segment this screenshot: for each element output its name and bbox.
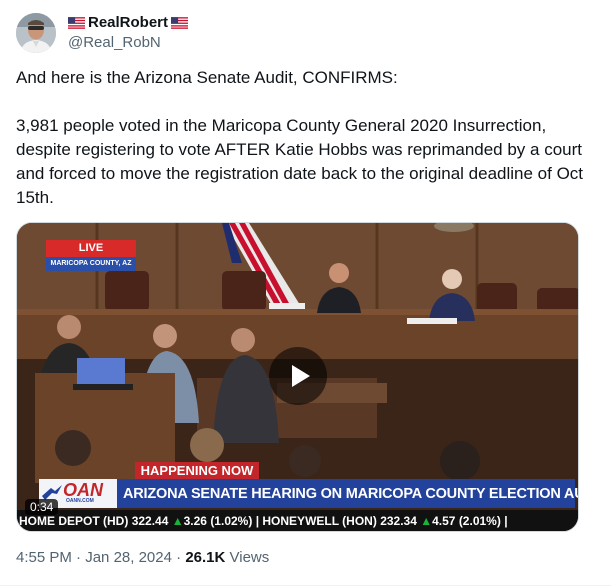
play-icon bbox=[291, 365, 310, 387]
avatar[interactable] bbox=[16, 13, 56, 53]
user-handle[interactable]: @Real_RobN bbox=[68, 33, 188, 53]
video-duration: 0:34 bbox=[25, 499, 59, 515]
live-label: LIVE bbox=[46, 240, 136, 257]
tweet-time[interactable]: 4:55 PM bbox=[16, 549, 72, 566]
tweet-footer: 4:55 PM · Jan 28, 2024 · 26.1K Views bbox=[16, 549, 270, 566]
video-player[interactable]: LIVE MARICOPA COUNTY, AZ HAPPENING NOW O… bbox=[16, 222, 579, 532]
us-flag-icon bbox=[171, 17, 189, 29]
chyron-headline: ARIZONA SENATE HEARING ON MARICOPA COUNT… bbox=[123, 485, 579, 502]
news-chyron: OAN OANN.COM ARIZONA SENATE HEARING ON M… bbox=[39, 479, 578, 508]
happening-now-label: HAPPENING NOW bbox=[135, 462, 259, 479]
us-flag-icon bbox=[68, 17, 85, 29]
views-label: Views bbox=[229, 549, 270, 566]
stock-ticker: HOME DEPOT (HD) 322.44 ▲3.26 (1.02%) | H… bbox=[17, 510, 578, 531]
tweet-date[interactable]: Jan 28, 2024 bbox=[85, 549, 172, 566]
display-name-row[interactable]: RealRobert bbox=[68, 13, 189, 33]
play-button[interactable] bbox=[269, 347, 327, 405]
ticker-up-icon: ▲ bbox=[171, 514, 184, 528]
live-badge: LIVE MARICOPA COUNTY, AZ bbox=[46, 240, 136, 273]
tweet-header: RealRobert @Real_RobN bbox=[16, 12, 189, 54]
user-avatar-icon bbox=[16, 13, 56, 53]
display-name[interactable]: RealRobert bbox=[88, 13, 168, 33]
views-count: 26.1K bbox=[185, 549, 226, 566]
live-location: MARICOPA COUNTY, AZ bbox=[46, 257, 136, 271]
tweet-text: And here is the Arizona Senate Audit, CO… bbox=[16, 68, 584, 207]
ticker-up-icon: ▲ bbox=[420, 514, 433, 528]
